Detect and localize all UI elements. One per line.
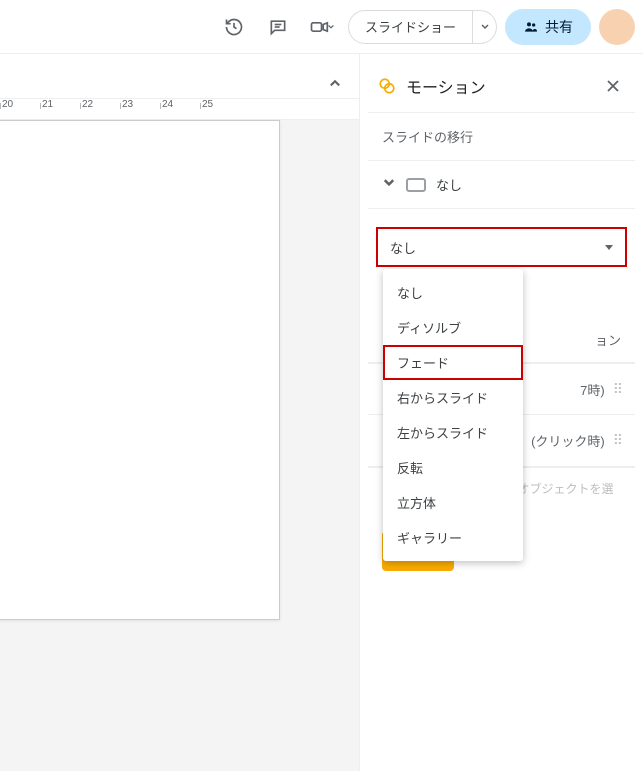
dropdown-caret-icon bbox=[605, 245, 613, 250]
main-area: 20 21 22 23 24 25 モーション スライドの移行 なし bbox=[0, 54, 643, 771]
animation-row-text: 7時) bbox=[580, 380, 605, 399]
current-transition-row[interactable]: なし bbox=[368, 160, 635, 209]
dropdown-item[interactable]: 立方体 bbox=[383, 485, 523, 520]
share-button[interactable]: 共有 bbox=[505, 9, 591, 45]
dropdown-item[interactable]: 左からスライド bbox=[383, 415, 523, 450]
top-toolbar: スライドショー 共有 bbox=[0, 0, 643, 54]
slideshow-dropdown-button[interactable] bbox=[473, 10, 497, 44]
history-icon[interactable] bbox=[216, 9, 252, 45]
video-icon[interactable] bbox=[304, 9, 340, 45]
close-icon[interactable] bbox=[603, 76, 623, 96]
avatar[interactable] bbox=[599, 9, 635, 45]
drag-grip-icon[interactable]: ⠿ bbox=[613, 381, 621, 398]
ruler-tick: 23 bbox=[120, 99, 160, 119]
transition-section-label: スライドの移行 bbox=[368, 112, 635, 160]
panel-header: モーション bbox=[368, 66, 635, 112]
slideshow-label: スライドショー bbox=[365, 17, 456, 36]
collapse-panel-button[interactable] bbox=[323, 72, 347, 96]
ruler-tick: 21 bbox=[40, 99, 80, 119]
dropdown-item[interactable]: ディソルブ bbox=[383, 310, 523, 345]
transition-select-value: なし bbox=[390, 238, 416, 257]
people-icon bbox=[523, 19, 539, 35]
transition-dropdown: なし ディソルブ フェード 右からスライド 左からスライド 反転 立方体 ギャラ… bbox=[383, 269, 523, 561]
dropdown-item[interactable]: 反転 bbox=[383, 450, 523, 485]
slide-canvas[interactable] bbox=[0, 120, 280, 620]
comment-icon[interactable] bbox=[260, 9, 296, 45]
ruler-tick: 22 bbox=[80, 99, 120, 119]
canvas-area: 20 21 22 23 24 25 bbox=[0, 54, 360, 771]
chevron-down-icon bbox=[382, 176, 396, 193]
slide-icon bbox=[406, 178, 426, 192]
slideshow-split-button: スライドショー bbox=[348, 10, 497, 44]
dropdown-item[interactable]: なし bbox=[383, 275, 523, 310]
current-transition-label: なし bbox=[436, 175, 462, 194]
ruler-tick: 25 bbox=[200, 99, 240, 119]
ruler-tick: 20 bbox=[0, 99, 40, 119]
dropdown-item[interactable]: 右からスライド bbox=[383, 380, 523, 415]
drag-grip-icon[interactable]: ⠿ bbox=[613, 432, 621, 449]
horizontal-ruler: 20 21 22 23 24 25 bbox=[0, 98, 359, 120]
panel-title: モーション bbox=[406, 74, 593, 98]
dropdown-item[interactable]: フェード bbox=[383, 345, 523, 380]
animation-row-text: ョン bbox=[595, 330, 621, 349]
dropdown-item[interactable]: ギャラリー bbox=[383, 520, 523, 555]
ruler-tick: 24 bbox=[160, 99, 200, 119]
share-label: 共有 bbox=[545, 17, 573, 37]
animation-row-text: (クリック時) bbox=[531, 431, 605, 450]
motion-panel: モーション スライドの移行 なし 1 なし 2 ョン 7時) ⠿ bbox=[360, 54, 643, 771]
transition-select[interactable]: なし bbox=[376, 227, 627, 267]
slideshow-button[interactable]: スライドショー bbox=[348, 10, 473, 44]
motion-icon bbox=[378, 77, 396, 95]
